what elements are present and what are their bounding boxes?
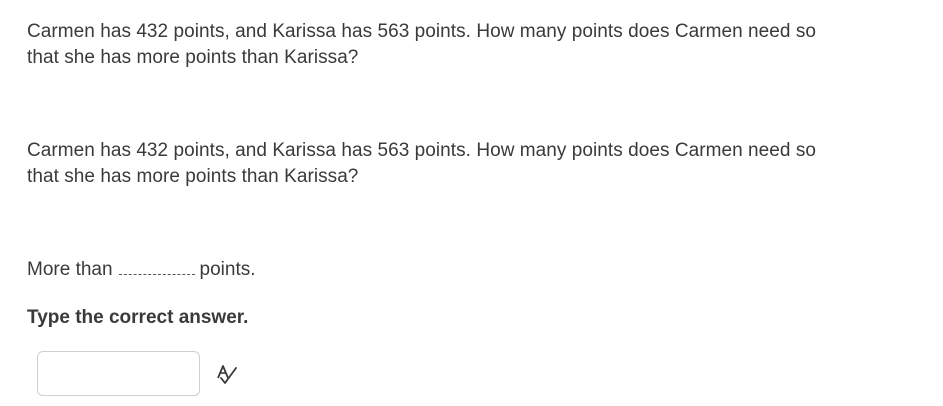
answer-input[interactable] <box>37 351 200 396</box>
blank-line <box>118 262 195 275</box>
question-text-repeat: Carmen has 432 points, and Karissa has 5… <box>27 140 817 187</box>
fill-prefix: More than <box>27 259 113 280</box>
spell-check-icon[interactable] <box>215 363 239 385</box>
spell-check-icon-graphic <box>217 365 237 384</box>
question-text: Carmen has 432 points, and Karissa has 5… <box>27 21 817 68</box>
instruction-text: Type the correct answer. <box>27 307 249 328</box>
fill-in-statement: More than points. <box>27 257 256 283</box>
fill-suffix: points. <box>199 259 256 280</box>
